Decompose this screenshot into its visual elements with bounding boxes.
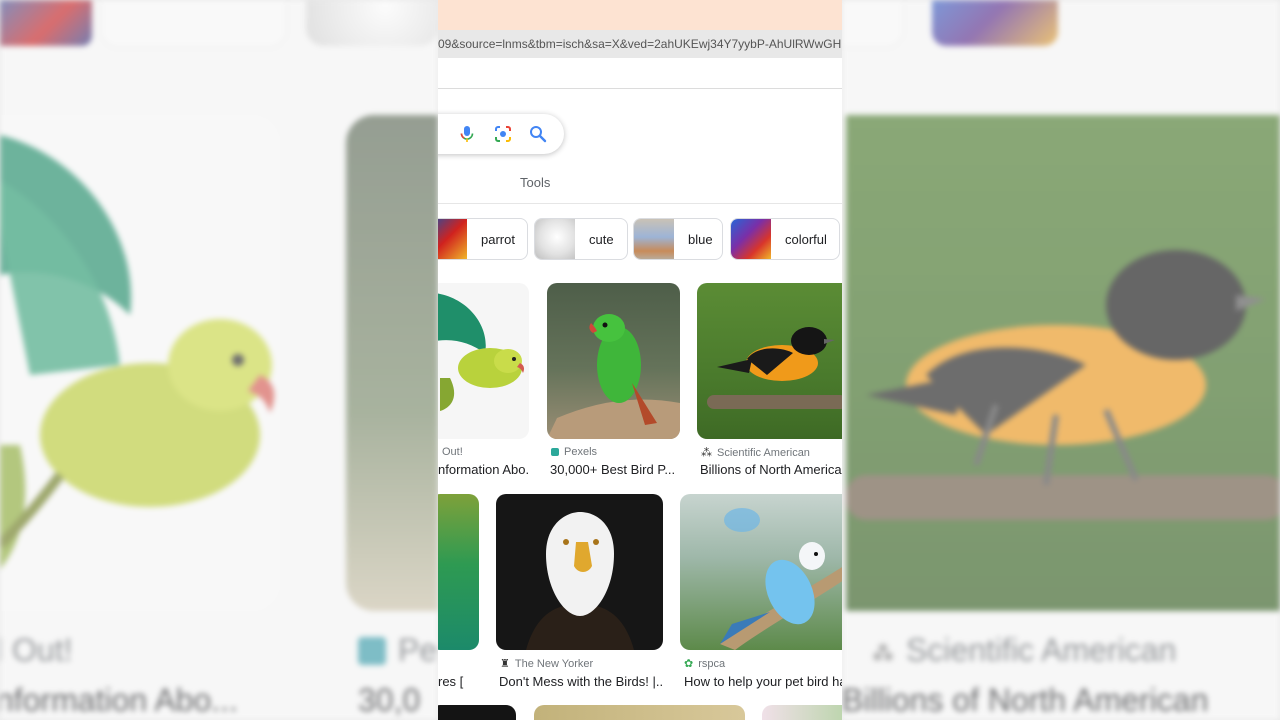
green-parrot-illustration [547,314,680,439]
chip-label: parrot [481,231,515,247]
pexels-favicon [551,448,559,456]
search-icon[interactable] [528,124,548,144]
refinement-chips: parrot cute blue colorful [438,204,842,280]
chip-parrot[interactable]: parrot [438,218,528,260]
parrot-flying-illustration [438,293,524,411]
chip-label: blue [688,231,713,247]
result-image-peek-2[interactable] [534,705,745,720]
chip-colorful-thumb [731,219,771,259]
result-image-peek-3[interactable] [762,705,842,720]
background-right: ⁂ Scientific American Billions of North A… [842,0,1280,720]
result-image-oriole[interactable] [697,283,842,439]
eagle-illustration [526,512,634,650]
result-source: ♜ The New Yorker [500,658,594,670]
result-image-peek-1[interactable] [438,705,516,720]
chip-cute-thumb [535,219,575,259]
result-source: ✿ rspca [684,658,726,670]
result-title[interactable]: res [ [438,674,478,689]
search-tabs: Tools [438,175,842,204]
chip-cute[interactable]: cute [534,218,628,260]
background-left: l Out! nformation Abo... Pe 30,0 [0,0,438,720]
header-divider [438,58,842,89]
result-image-green-bird[interactable] [438,494,479,650]
result-image-parrot-flying[interactable] [438,283,529,439]
chip-colorful[interactable]: colorful [730,218,840,260]
result-title[interactable]: Don't Mess with the Birds! |... [499,674,663,689]
chip-blue[interactable]: blue [633,218,723,260]
new-yorker-favicon: ♜ [500,658,510,670]
budgie-illustration [720,508,842,650]
mic-icon[interactable] [457,124,477,144]
search-box[interactable] [438,114,564,154]
phone-screen: 09&source=lnms&tbm=isch&sa=X&ved=2ahUKEw… [438,0,842,720]
chip-blue-thumb [634,219,674,259]
result-source: ⁂ Scientific American [701,447,810,459]
result-title[interactable]: 30,000+ Best Bird P... [550,462,680,477]
result-image-green-parrot[interactable] [547,283,680,439]
result-title[interactable]: nformation Abo... [438,462,528,477]
chip-parrot-thumb [438,219,467,259]
sciam-favicon: ⁂ [701,447,712,459]
url-bar[interactable]: 09&source=lnms&tbm=isch&sa=X&ved=2ahUKEw… [438,30,842,58]
chip-label: cute [589,231,614,247]
oriole-illustration [707,327,842,409]
camera-lens-icon[interactable] [493,124,513,144]
result-source: Pexels [551,446,597,458]
result-image-budgie[interactable] [680,494,842,650]
search-row [438,89,842,175]
result-title[interactable]: Billions of North American [700,462,842,477]
rspca-favicon: ✿ [684,658,694,670]
chip-label: colorful [785,231,827,247]
status-bar [438,0,842,30]
result-source: Out! [442,446,463,458]
result-image-eagle[interactable] [496,494,663,650]
tools-tab[interactable]: Tools [520,175,550,190]
result-title[interactable]: How to help your pet bird ha [684,674,842,689]
